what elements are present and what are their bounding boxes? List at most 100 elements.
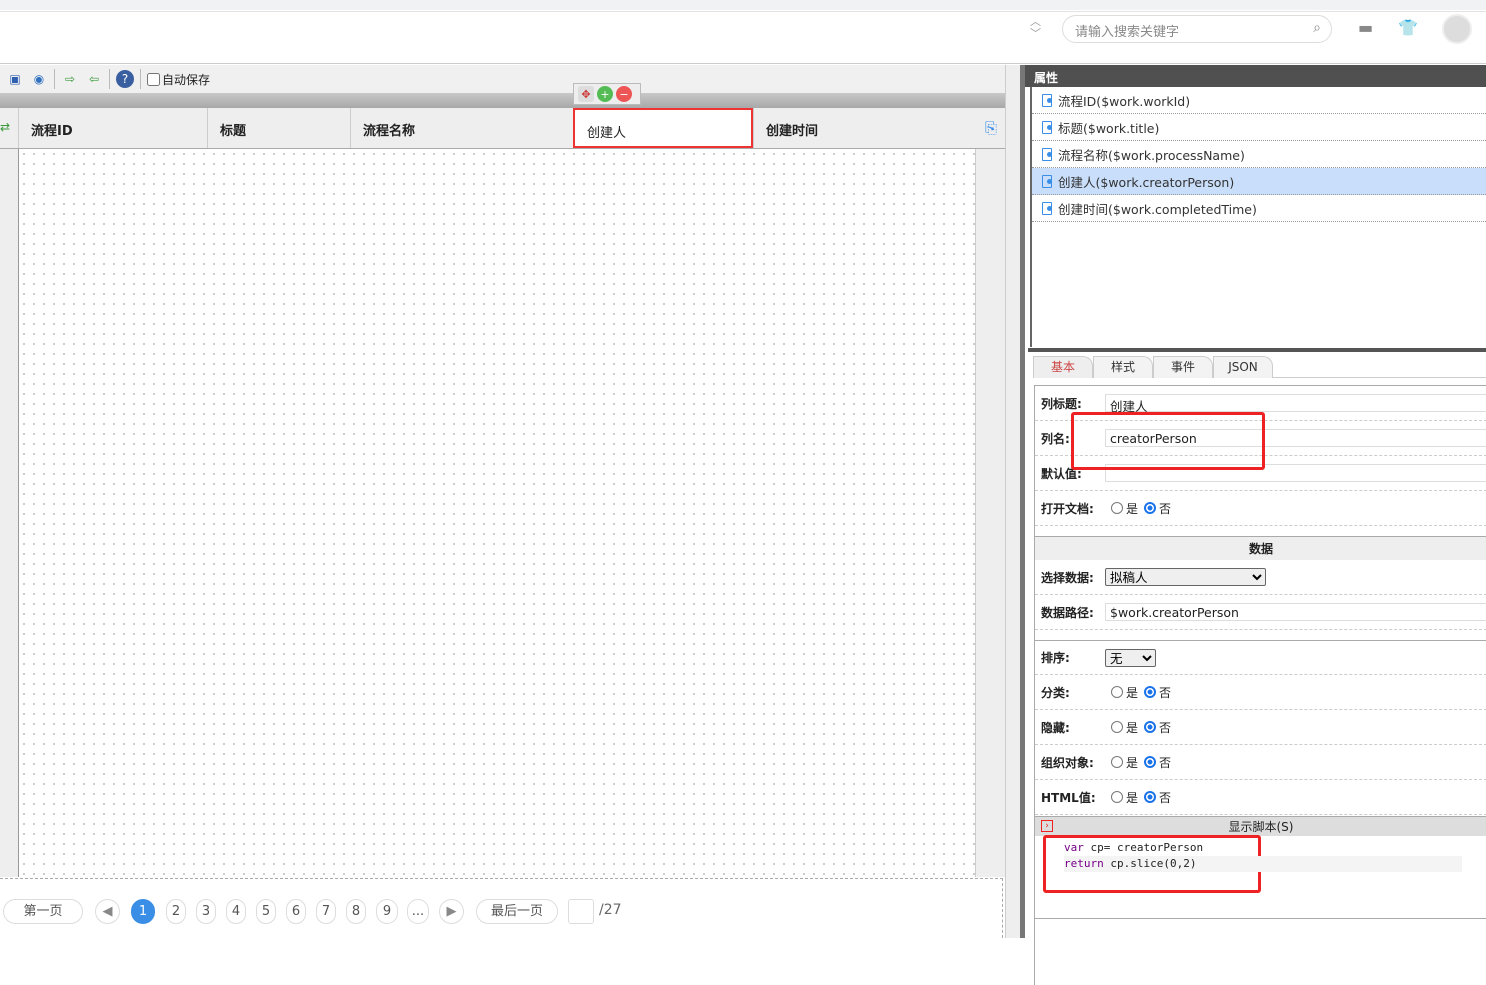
select-data-dropdown[interactable]: 拟稿人	[1105, 568, 1266, 586]
script-section-header[interactable]: › 显示脚本(S)	[1035, 816, 1486, 836]
export-icon[interactable]: ⇨	[61, 70, 79, 88]
remove-column-icon[interactable]: −	[616, 86, 632, 102]
hidden-yes-radio[interactable]: 是	[1111, 719, 1138, 736]
list-item[interactable]: 创建时间($work.completedTime)	[1032, 195, 1486, 222]
data-section-header: 数据	[1035, 536, 1486, 560]
category-no-radio[interactable]: 否	[1144, 684, 1171, 701]
hidden-no-radio[interactable]: 否	[1144, 719, 1171, 736]
panel-title: 属性	[1025, 65, 1486, 87]
document-icon	[1042, 93, 1052, 107]
grid-right-strip	[975, 149, 1005, 877]
page-button[interactable]: 7	[316, 899, 336, 924]
page-number-input[interactable]	[568, 899, 594, 924]
page-button[interactable]: 8	[346, 899, 366, 924]
prev-page-button[interactable]: ◀	[95, 899, 120, 924]
message-icon[interactable]: ▬	[1358, 18, 1373, 37]
page-button[interactable]: 3	[196, 899, 216, 924]
import-icon[interactable]: ⇦	[85, 70, 103, 88]
html-value-label: HTML值:	[1041, 790, 1096, 805]
org-no-radio[interactable]: 否	[1144, 754, 1171, 771]
add-column-icon[interactable]: +	[597, 86, 613, 102]
page-button[interactable]: 4	[226, 899, 246, 924]
tab-json[interactable]: JSON	[1213, 356, 1273, 378]
html-no-radio[interactable]: 否	[1144, 789, 1171, 806]
open-doc-no-radio[interactable]: 否	[1144, 500, 1171, 517]
list-item[interactable]: 标题($work.title)	[1032, 114, 1486, 141]
list-item[interactable]: 流程名称($work.processName)	[1032, 141, 1486, 168]
list-item[interactable]: 流程ID($work.workId)	[1032, 87, 1486, 114]
category-label: 分类:	[1041, 685, 1070, 700]
move-icon[interactable]: ✥	[578, 86, 594, 102]
help-icon[interactable]: ?	[116, 70, 134, 88]
script-editor[interactable]: var cp= creatorPerson return cp.slice(0,…	[1064, 840, 1462, 872]
category-yes-radio[interactable]: 是	[1111, 684, 1138, 701]
column-header[interactable]: 流程名称	[350, 108, 573, 148]
column-header[interactable]: 标题	[207, 108, 350, 148]
add-field-icon[interactable]: ⎘	[985, 119, 997, 137]
grid-header-row: ⇄ 流程ID 标题 流程名称 创建人 创建时间 ⎘	[0, 108, 1005, 149]
search-icon[interactable]: ⌕	[1313, 20, 1321, 36]
hidden-label: 隐藏:	[1041, 720, 1070, 735]
page-button[interactable]: 6	[286, 899, 306, 924]
page-button[interactable]: 9	[376, 899, 398, 924]
tab-basic[interactable]: 基本	[1033, 356, 1093, 378]
page-button[interactable]: 1	[131, 899, 155, 924]
collapse-toggle-icon[interactable]: ︿ ﹀	[1030, 16, 1041, 40]
skin-icon[interactable]: 👕	[1398, 18, 1418, 37]
page-button[interactable]: 5	[256, 899, 276, 924]
tab-style[interactable]: 样式	[1093, 356, 1153, 378]
sort-dropdown[interactable]: 无	[1105, 648, 1156, 667]
autosave-check[interactable]	[147, 72, 160, 86]
browser-top-strip	[0, 0, 1486, 10]
document-icon	[1042, 147, 1052, 161]
page-button[interactable]: 2	[166, 899, 186, 924]
document-icon	[1042, 120, 1052, 134]
avatar[interactable]	[1442, 14, 1472, 44]
list-item-selected[interactable]: 创建人($work.creatorPerson)	[1032, 168, 1486, 195]
search-placeholder: 请输入搜索关键字	[1075, 25, 1180, 40]
grid-top-bar	[0, 93, 1020, 108]
column-header[interactable]: 创建时间	[753, 108, 975, 148]
expand-icon[interactable]: ›	[1041, 820, 1053, 832]
next-page-button[interactable]: ▶	[439, 899, 464, 924]
open-doc-label: 打开文档:	[1041, 501, 1094, 516]
preview-eye-icon[interactable]: ◉	[30, 70, 48, 88]
column-header-selected[interactable]: 创建人	[573, 108, 753, 148]
column-controls: ✥ + −	[573, 83, 641, 105]
page-ellipsis[interactable]: ...	[407, 899, 429, 924]
last-page-button[interactable]: 最后一页	[476, 899, 558, 924]
item-label: 流程ID($work.workId)	[1058, 93, 1191, 109]
divider	[109, 69, 110, 89]
data-path-label: 数据路径:	[1041, 605, 1094, 620]
tab-events[interactable]: 事件	[1153, 356, 1213, 378]
save-icon[interactable]: ▣	[6, 70, 24, 88]
item-label: 流程名称($work.processName)	[1058, 147, 1245, 163]
open-doc-yes-radio[interactable]: 是	[1111, 500, 1138, 517]
search-input[interactable]: 请输入搜索关键字 ⌕	[1062, 15, 1332, 43]
designer-toolbar: ▣ ◉ ⇨ ⇦ ? 自动保存	[0, 65, 1020, 93]
property-form: 列标题: 创建人 列名: creatorPerson 默认值: 打开文档: 是否 数…	[1034, 385, 1486, 985]
item-label: 创建人($work.creatorPerson)	[1058, 174, 1235, 190]
script-section-title: 显示脚本(S)	[1228, 820, 1294, 834]
html-yes-radio[interactable]: 是	[1111, 789, 1138, 806]
divider	[54, 69, 55, 89]
property-panel: 属性 流程ID($work.workId) 标题($work.title) 流程…	[1025, 65, 1486, 985]
column-header[interactable]: 流程ID	[18, 108, 207, 148]
org-yes-radio[interactable]: 是	[1111, 754, 1138, 771]
document-icon	[1042, 174, 1052, 188]
first-page-button[interactable]: 第一页	[3, 899, 83, 924]
autosave-checkbox[interactable]: 自动保存	[147, 71, 210, 88]
divider	[1035, 918, 1486, 919]
grid-left-strip	[0, 149, 18, 877]
select-data-label: 选择数据:	[1041, 570, 1094, 585]
data-path-input[interactable]: $work.creatorPerson	[1105, 603, 1486, 621]
divider	[1028, 348, 1486, 352]
code-line: var cp= creatorPerson	[1064, 841, 1204, 854]
refresh-icon[interactable]: ⇄	[0, 120, 10, 134]
highlight-box	[1071, 412, 1265, 470]
divider	[140, 69, 141, 89]
col-title-input[interactable]: 创建人	[1105, 394, 1486, 414]
document-icon	[1042, 201, 1052, 215]
item-label: 创建时间($work.completedTime)	[1058, 201, 1257, 217]
org-object-label: 组织对象:	[1041, 755, 1094, 770]
